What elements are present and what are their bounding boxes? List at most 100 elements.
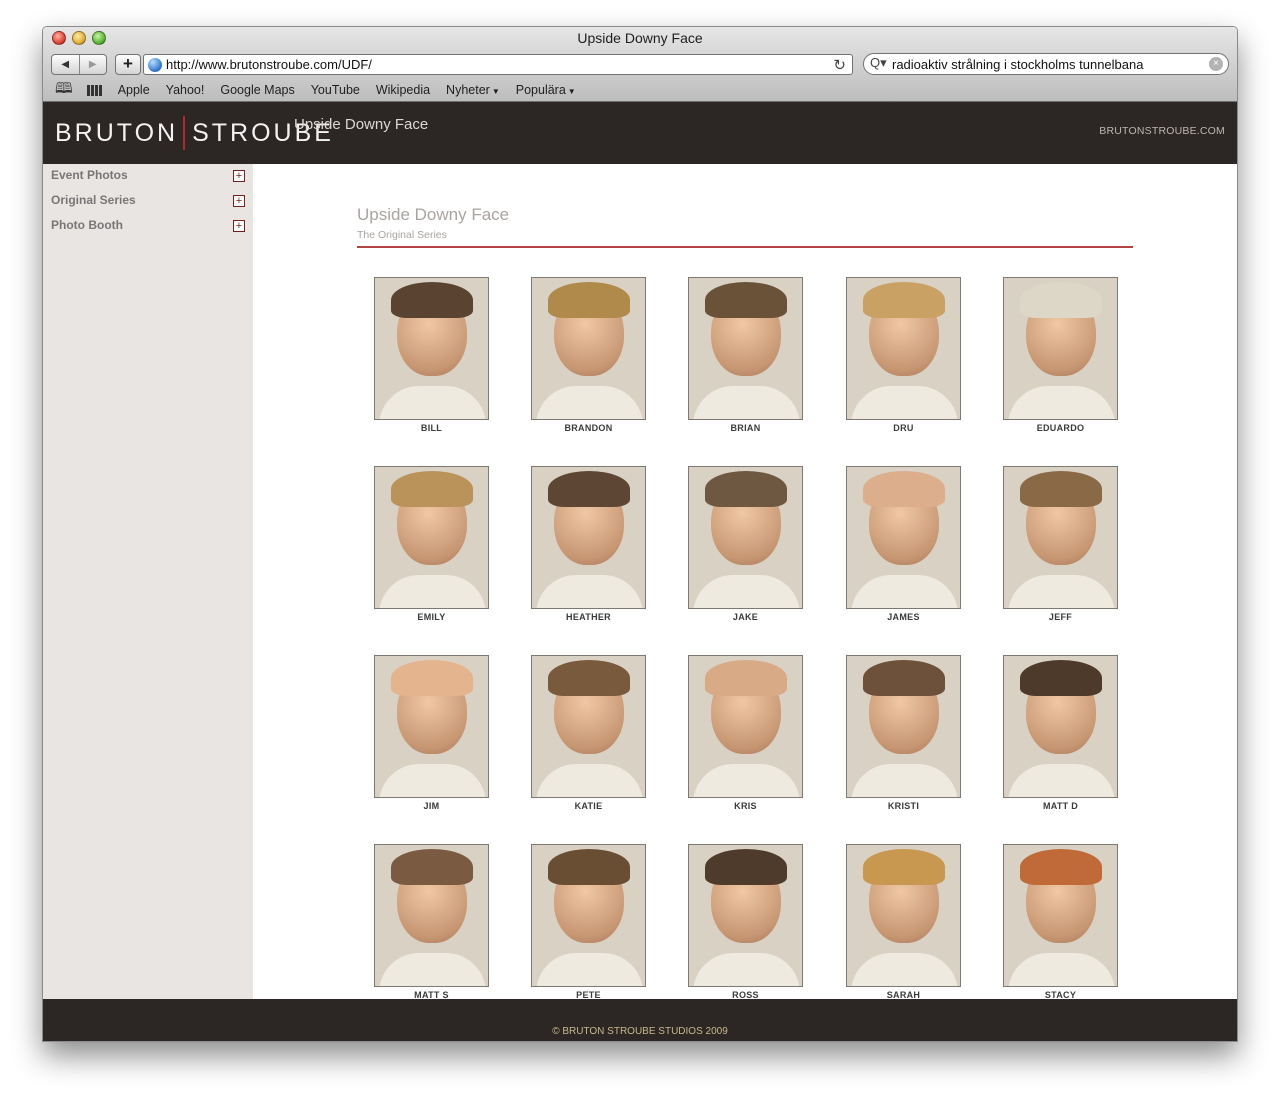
portrait-shirt: [1008, 386, 1115, 419]
expand-event-photos-icon[interactable]: +: [233, 170, 245, 182]
title-divider: [357, 246, 1133, 248]
search-input[interactable]: radioaktiv strålning i stockholms tunnel…: [892, 57, 1143, 72]
chevron-down-icon: ▼: [567, 87, 576, 96]
portrait-shirt: [1008, 764, 1115, 797]
sidebar-item-event-photos[interactable]: Event Photos: [51, 168, 128, 182]
portrait-hair: [863, 471, 945, 507]
portrait-thumbnail[interactable]: [1003, 655, 1118, 798]
portrait-hair: [863, 660, 945, 696]
portrait-name-label[interactable]: JEFF: [1003, 612, 1118, 622]
portrait-thumbnail[interactable]: [531, 655, 646, 798]
portrait-name-label[interactable]: JAMES: [846, 612, 961, 622]
bookmark-yahoo[interactable]: Yahoo!: [166, 83, 205, 97]
portrait-name-label[interactable]: JAKE: [688, 612, 803, 622]
portrait-name-label[interactable]: BRIAN: [688, 423, 803, 433]
expand-original-series-icon[interactable]: +: [233, 195, 245, 207]
bookmark-youtube[interactable]: YouTube: [311, 83, 360, 97]
forward-button[interactable]: ▶: [78, 55, 107, 74]
portrait-name-label[interactable]: KRISTI: [846, 801, 961, 811]
portrait-shirt: [693, 575, 800, 608]
portrait-thumbnail[interactable]: [688, 277, 803, 420]
portrait-thumbnail[interactable]: [846, 844, 961, 987]
portrait-shirt: [536, 386, 643, 419]
portrait-hair: [1020, 282, 1102, 318]
bookmark-apple[interactable]: Apple: [118, 83, 150, 97]
bookmark-wikipedia[interactable]: Wikipedia: [376, 83, 430, 97]
portrait-hair: [548, 471, 630, 507]
portrait-thumbnail[interactable]: [531, 466, 646, 609]
portrait-thumbnail[interactable]: [688, 844, 803, 987]
portrait-shirt: [693, 764, 800, 797]
chevron-down-icon: ▼: [491, 87, 500, 96]
expand-photo-booth-icon[interactable]: +: [233, 220, 245, 232]
portrait-hair: [548, 849, 630, 885]
bookmark-google-maps[interactable]: Google Maps: [220, 83, 294, 97]
bookmark-folder-populara[interactable]: Populära ▼: [516, 83, 576, 97]
add-bookmark-button[interactable]: +: [115, 54, 141, 75]
address-text[interactable]: http://www.brutonstroube.com/UDF/: [166, 57, 372, 72]
portrait-shirt: [379, 575, 486, 608]
portrait-thumbnail[interactable]: [1003, 277, 1118, 420]
portrait-name-label[interactable]: HEATHER: [531, 612, 646, 622]
portrait-name-label[interactable]: MATT D: [1003, 801, 1118, 811]
portrait-shirt: [851, 764, 958, 797]
site-home-link[interactable]: BRUTONSTROUBE.COM: [1099, 125, 1225, 137]
site-logo[interactable]: BRUTON STROUBE: [55, 116, 334, 150]
portrait-thumbnail[interactable]: [374, 655, 489, 798]
search-icon[interactable]: Q▾: [870, 55, 887, 71]
portrait-thumbnail[interactable]: [846, 466, 961, 609]
sidebar: Event Photos + Original Series + Photo B…: [43, 164, 253, 999]
portrait-thumbnail[interactable]: [846, 277, 961, 420]
portrait-thumbnail[interactable]: [1003, 466, 1118, 609]
portrait-name-label[interactable]: EDUARDO: [1003, 423, 1118, 433]
web-page: BRUTON STROUBE Upside Downy Face BRUTONS…: [43, 102, 1237, 1041]
sidebar-item-photo-booth[interactable]: Photo Booth: [51, 218, 123, 232]
reload-icon[interactable]: ↻: [833, 56, 846, 74]
portrait-shirt: [851, 953, 958, 986]
open-book-icon[interactable]: 🕮: [55, 78, 73, 103]
portrait-thumbnail[interactable]: [374, 277, 489, 420]
portrait-name-label[interactable]: BRANDON: [531, 423, 646, 433]
window-title: Upside Downy Face: [577, 30, 703, 46]
portrait-hair: [1020, 849, 1102, 885]
portrait-hair: [705, 471, 787, 507]
portrait-hair: [705, 282, 787, 318]
top-sites-grid-icon[interactable]: [86, 84, 102, 96]
portrait-thumbnail[interactable]: [688, 466, 803, 609]
portrait-shirt: [536, 575, 643, 608]
portrait-hair: [705, 849, 787, 885]
portrait-hair: [548, 282, 630, 318]
address-bar[interactable]: http://www.brutonstroube.com/UDF/ ↻: [143, 54, 853, 75]
portrait-name-label[interactable]: KATIE: [531, 801, 646, 811]
stage: Upside Downy Face ◀ ▶ + http://www.bruto…: [0, 0, 1280, 1100]
portrait-hair: [391, 282, 473, 318]
site-footer: © BRUTON STROUBE STUDIOS 2009: [43, 999, 1237, 1041]
back-button[interactable]: ◀: [52, 55, 79, 74]
portrait-name-label[interactable]: DRU: [846, 423, 961, 433]
portrait-thumbnail[interactable]: [688, 655, 803, 798]
portrait-hair: [391, 660, 473, 696]
portrait-thumbnail[interactable]: [531, 277, 646, 420]
portrait-hair: [705, 660, 787, 696]
gallery-title: Upside Downy Face: [357, 205, 510, 224]
portrait-hair: [391, 471, 473, 507]
portrait-thumbnail[interactable]: [846, 655, 961, 798]
portrait-name-label[interactable]: KRIS: [688, 801, 803, 811]
site-header: BRUTON STROUBE Upside Downy Face BRUTONS…: [43, 102, 1237, 164]
nav-buttons: ◀ ▶: [51, 54, 107, 75]
portrait-shirt: [1008, 953, 1115, 986]
portrait-name-label[interactable]: JIM: [374, 801, 489, 811]
sidebar-item-original-series[interactable]: Original Series: [51, 193, 136, 207]
portrait-name-label[interactable]: EMILY: [374, 612, 489, 622]
portrait-thumbnail[interactable]: [374, 844, 489, 987]
search-field[interactable]: Q▾ radioaktiv strålning i stockholms tun…: [863, 53, 1229, 75]
portrait-thumbnail[interactable]: [1003, 844, 1118, 987]
portrait-thumbnail[interactable]: [531, 844, 646, 987]
clear-search-icon[interactable]: ×: [1209, 57, 1223, 71]
portrait-hair: [863, 282, 945, 318]
portrait-thumbnail[interactable]: [374, 466, 489, 609]
globe-icon: [148, 58, 162, 72]
bookmark-folder-nyheter[interactable]: Nyheter ▼: [446, 83, 500, 97]
bookmark-folder-populara-label: Populära: [515, 83, 566, 97]
portrait-name-label[interactable]: BILL: [374, 423, 489, 433]
